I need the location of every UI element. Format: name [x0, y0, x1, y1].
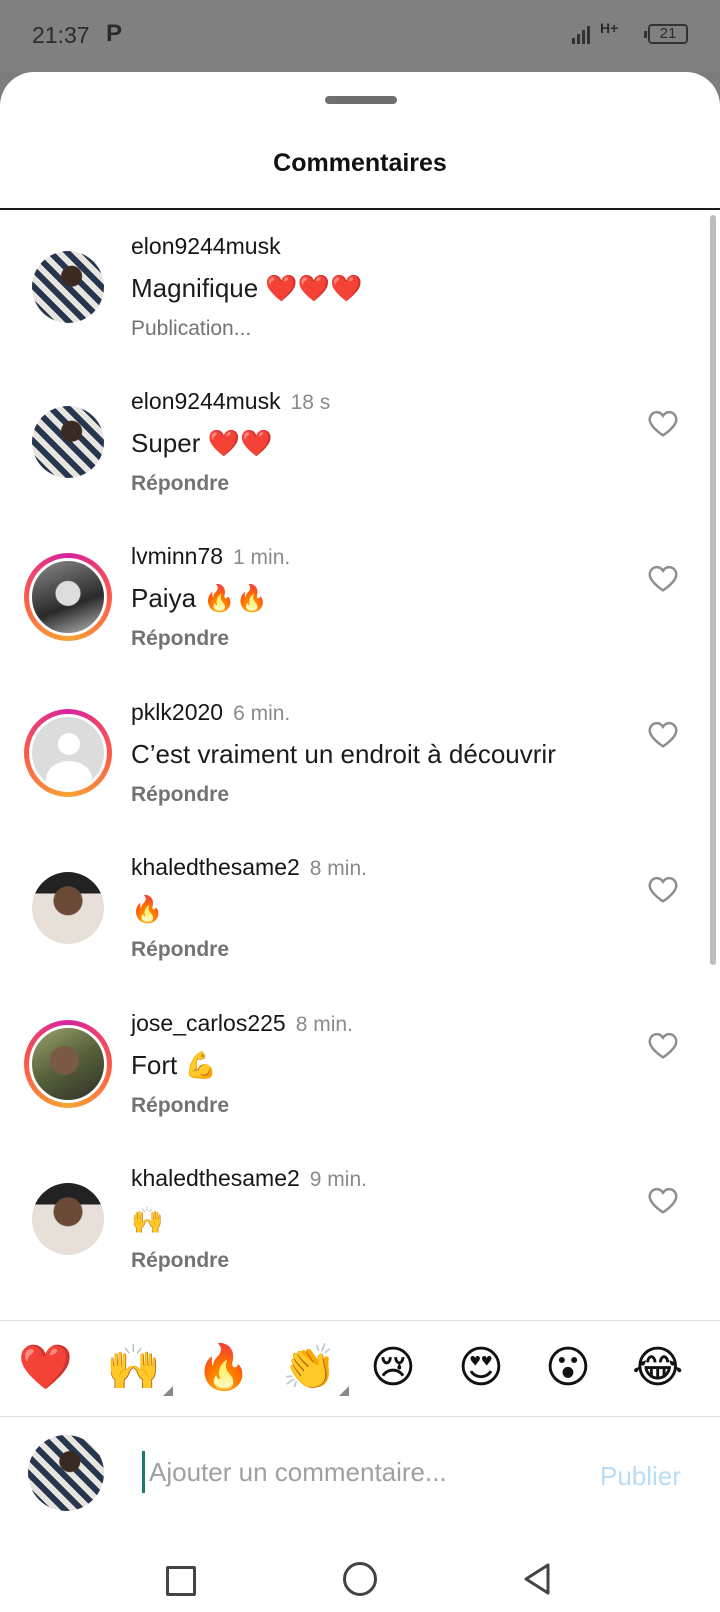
app-badge-icon: P: [106, 20, 123, 47]
network-type: H+: [600, 20, 619, 36]
avatar[interactable]: [24, 398, 112, 486]
avatar-photo: [29, 1025, 107, 1103]
avatar-story-ring[interactable]: [24, 553, 112, 641]
comment-item: elon9244musk 18 s Super ❤️❤️ Répondre: [0, 388, 700, 548]
reaction-wow-button[interactable]: 😮: [545, 1340, 591, 1396]
battery-icon: 21: [644, 24, 688, 44]
reply-button[interactable]: Répondre: [131, 627, 229, 651]
comment-composer: Publier: [0, 1417, 720, 1527]
avatar-photo: [29, 558, 107, 636]
comment-item: khaledthesame2 8 min. 🔥 Répondre: [0, 854, 700, 1014]
comment-time: 1 min.: [233, 546, 291, 569]
reply-button[interactable]: Répondre: [131, 472, 229, 496]
comment-text: 🔥: [131, 894, 164, 924]
publish-button[interactable]: Publier: [600, 1461, 681, 1492]
reaction-heart-eyes-button[interactable]: 😍: [458, 1340, 504, 1396]
comment-username[interactable]: jose_carlos225 8 min.: [131, 1010, 353, 1037]
comment-text: 🙌: [131, 1205, 164, 1235]
comment-username[interactable]: khaledthesame2 9 min.: [131, 1165, 367, 1192]
reaction-clap-button[interactable]: 👏: [282, 1340, 349, 1396]
comment-time: 18 s: [290, 391, 331, 414]
comment-item: khaledthesame2 9 min. 🙌 Répondre: [0, 1165, 700, 1325]
comment-text: C’est vraiment un endroit à découvrir: [131, 739, 556, 769]
home-icon[interactable]: [343, 1562, 377, 1596]
default-avatar-icon: [29, 714, 107, 792]
like-heart-icon[interactable]: [646, 1185, 680, 1215]
comment-time: 9 min.: [309, 1168, 367, 1191]
avatar-photo: [32, 251, 104, 323]
like-heart-icon[interactable]: [646, 408, 680, 438]
reaction-fire-button[interactable]: 🔥: [196, 1340, 251, 1396]
avatar-story-ring[interactable]: [24, 709, 112, 797]
reply-button[interactable]: Répondre: [131, 1094, 229, 1118]
comment-username[interactable]: pklk2020 6 min.: [131, 699, 290, 726]
reaction-laugh-button[interactable]: 😂: [632, 1340, 683, 1396]
comment-list[interactable]: elon9244musk Magnifique ❤️❤️❤️ Publicati…: [0, 211, 720, 1391]
avatar-photo: [32, 406, 104, 478]
reply-button[interactable]: Répondre: [131, 1249, 229, 1273]
comment-item: elon9244musk Magnifique ❤️❤️❤️ Publicati…: [0, 233, 700, 393]
recent-apps-icon[interactable]: [166, 1566, 196, 1596]
comment-time: 8 min.: [295, 1013, 353, 1036]
comment-username[interactable]: elon9244musk 18 s: [131, 388, 330, 415]
like-heart-icon[interactable]: [646, 1030, 680, 1060]
divider: [0, 1320, 720, 1321]
comment-time: 8 min.: [309, 857, 367, 880]
avatar-photo: [32, 1183, 104, 1255]
comment-text: Super ❤️❤️: [131, 428, 273, 458]
reply-button[interactable]: Répondre: [131, 783, 229, 807]
comment-text: Magnifique ❤️❤️❤️: [131, 273, 363, 303]
status-bar: 21:37 P H+ 21: [0, 0, 720, 72]
comment-item: pklk2020 6 min. C’est vraiment un endroit…: [0, 699, 700, 859]
scrollbar[interactable]: [710, 215, 716, 965]
reaction-raised-hands-button[interactable]: 🙌: [106, 1340, 173, 1396]
comment-time: 6 min.: [233, 702, 291, 725]
comment-item: jose_carlos225 8 min. Fort 💪 Répondre: [0, 1010, 700, 1170]
system-nav-bar: [0, 1532, 720, 1612]
comment-item: lvminn78 1 min. Paiya 🔥🔥 Répondre: [0, 543, 700, 703]
avatar[interactable]: [24, 864, 112, 952]
avatar[interactable]: [24, 243, 112, 331]
comment-text: Fort 💪: [131, 1050, 217, 1080]
avatar[interactable]: [24, 1175, 112, 1263]
drag-handle[interactable]: [325, 96, 397, 104]
status-time: 21:37: [32, 22, 90, 48]
signal-icon: [572, 26, 590, 44]
comment-username[interactable]: khaledthesame2 8 min.: [131, 854, 367, 881]
quick-reaction-bar: ❤️ 🙌 🔥 👏 😢 😍 😮 😂: [0, 1322, 720, 1414]
comments-sheet: Commentaires elon9244musk Magnifique ❤️❤…: [0, 72, 720, 1612]
reply-button[interactable]: Répondre: [131, 938, 229, 962]
comment-text: Paiya 🔥🔥: [131, 583, 269, 613]
like-heart-icon[interactable]: [646, 719, 680, 749]
back-icon[interactable]: [522, 1562, 552, 1596]
comment-username[interactable]: lvminn78 1 min.: [131, 543, 290, 570]
like-heart-icon[interactable]: [646, 563, 680, 593]
avatar-photo: [28, 1435, 104, 1511]
current-user-avatar: [28, 1435, 104, 1511]
avatar-story-ring[interactable]: [24, 1020, 112, 1108]
comment-input[interactable]: [142, 1451, 581, 1493]
sheet-title: Commentaires: [273, 149, 447, 177]
comment-username[interactable]: elon9244musk: [131, 233, 281, 260]
reaction-cry-button[interactable]: 😢: [370, 1340, 416, 1396]
like-heart-icon[interactable]: [646, 874, 680, 904]
divider: [0, 208, 720, 210]
reaction-heart-button[interactable]: ❤️: [18, 1340, 73, 1396]
avatar-photo: [32, 872, 104, 944]
posting-status: Publication...: [131, 317, 252, 340]
